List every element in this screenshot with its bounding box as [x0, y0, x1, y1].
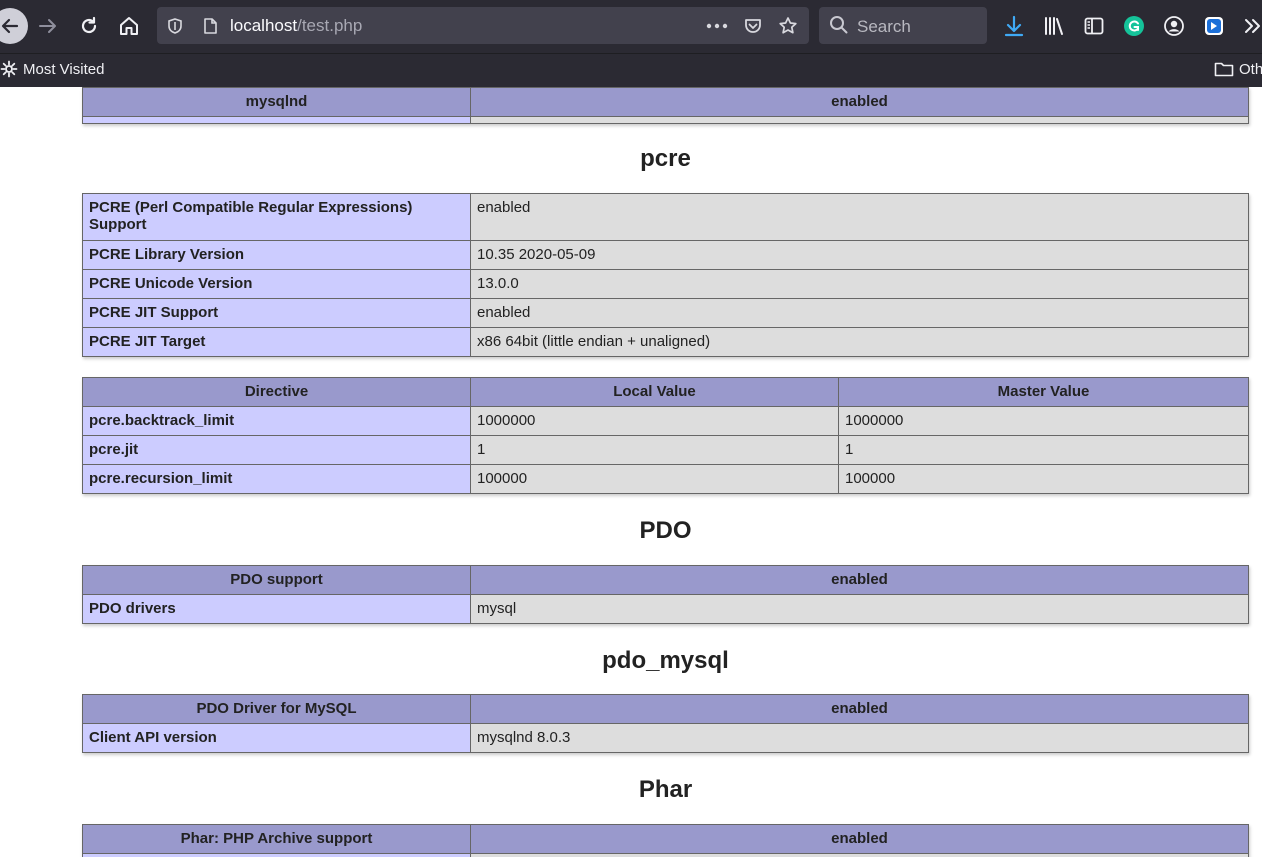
directive-local: 1000000	[470, 406, 839, 436]
sidebar-icon[interactable]	[1081, 13, 1107, 39]
folder-icon	[1214, 62, 1234, 77]
row-value: mysqlnd 8.0.3	[470, 723, 1249, 753]
reload-icon	[81, 16, 97, 34]
header-master-value: Master Value	[838, 377, 1249, 407]
table-row: PCRE JIT Target x86 64bit (little endian…	[82, 327, 1249, 357]
row-label: PDO drivers	[82, 594, 471, 624]
page-viewport[interactable]: mysqlnd enabled pcre PCRE (Perl Compatib…	[0, 87, 1262, 857]
row-value: x86 64bit (little endian + unaligned)	[470, 327, 1249, 357]
pcre-info-table: PCRE (Perl Compatible Regular Expression…	[82, 193, 1249, 357]
directive-master: 1000000	[838, 406, 1249, 436]
library-icon[interactable]	[1041, 13, 1067, 39]
url-text[interactable]: localhost/test.php	[230, 16, 362, 36]
table-header-row: Directive Local Value Master Value	[82, 377, 1249, 407]
table-row: PCRE (Perl Compatible Regular Expression…	[82, 193, 1249, 241]
section-title-pcre: pcre	[640, 145, 691, 172]
extension-icon[interactable]	[1201, 13, 1227, 39]
bookmark-other[interactable]: Oth	[1214, 60, 1262, 78]
directive-local: 100000	[470, 464, 839, 494]
row-value: enabled	[470, 298, 1249, 328]
row-label: PCRE Unicode Version	[82, 269, 471, 299]
directive-name: pcre.jit	[82, 435, 471, 465]
table-header-row: PDO support enabled	[82, 565, 1249, 595]
row-value: 10.35 2020-05-09	[470, 240, 1249, 270]
search-bar[interactable]: Search	[819, 7, 987, 44]
section-title-pdo-mysql: pdo_mysql	[602, 647, 729, 674]
reload-button[interactable]	[72, 9, 106, 43]
search-placeholder: Search	[857, 17, 911, 36]
pdo-table: PDO support enabled PDO drivers mysql	[82, 565, 1249, 624]
section-title-phar: Phar	[638, 776, 693, 803]
header-cell: enabled	[470, 824, 1249, 854]
account-icon[interactable]	[1161, 13, 1187, 39]
bookmark-most-visited[interactable]: Most Visited	[0, 60, 104, 78]
row-label: Client API version	[82, 723, 471, 753]
table-row: Client API version mysqlnd 8.0.3	[82, 723, 1249, 753]
row-value: mysql	[470, 594, 1249, 624]
row-value: enabled	[470, 193, 1249, 241]
arrow-right-icon	[39, 19, 56, 33]
phar-table: Phar: PHP Archive support enabled	[82, 824, 1249, 857]
home-icon	[120, 17, 138, 35]
row-label: PCRE (Perl Compatible Regular Expression…	[82, 193, 471, 241]
home-button[interactable]	[112, 9, 146, 43]
row-value: 13.0.0	[470, 269, 1249, 299]
table-row: pcre.jit 1 1	[82, 435, 1249, 465]
shield-icon[interactable]	[164, 15, 186, 37]
table-row: PCRE Library Version 10.35 2020-05-09	[82, 240, 1249, 270]
table-row	[82, 116, 1249, 124]
table-row: pcre.backtrack_limit 1000000 1000000	[82, 406, 1249, 436]
bookmark-star-icon[interactable]	[777, 15, 799, 37]
row-label: PCRE Library Version	[82, 240, 471, 270]
page-actions-icon[interactable]	[706, 15, 728, 37]
row-label: PCRE JIT Target	[82, 327, 471, 357]
header-directive: Directive	[82, 377, 471, 407]
directive-master: 1	[838, 435, 1249, 465]
directive-name: pcre.recursion_limit	[82, 464, 471, 494]
header-cell: enabled	[470, 694, 1249, 724]
address-bar[interactable]: localhost/test.php	[157, 7, 809, 44]
header-cell: PDO support	[82, 565, 471, 595]
table-header-row: Phar: PHP Archive support enabled	[82, 824, 1249, 854]
table-row: PDO drivers mysql	[82, 594, 1249, 624]
row-label: PCRE JIT Support	[82, 298, 471, 328]
header-cell: Phar: PHP Archive support	[82, 824, 471, 854]
bookmark-label: Oth	[1239, 60, 1262, 78]
gear-icon	[0, 60, 18, 78]
header-cell: enabled	[470, 565, 1249, 595]
pcre-directives-table: Directive Local Value Master Value pcre.…	[82, 377, 1249, 494]
browser-chrome: localhost/test.php Search Most Visited O…	[0, 0, 1262, 87]
table-header-row: mysqlnd enabled	[82, 87, 1249, 117]
header-cell: PDO Driver for MySQL	[82, 694, 471, 724]
pdo-mysql-table: PDO Driver for MySQL enabled Client API …	[82, 694, 1249, 753]
header-cell: enabled	[470, 87, 1249, 117]
table-header-row: PDO Driver for MySQL enabled	[82, 694, 1249, 724]
table-row: PCRE JIT Support enabled	[82, 298, 1249, 328]
overflow-chevron-icon[interactable]	[1239, 13, 1262, 39]
directive-name: pcre.backtrack_limit	[82, 406, 471, 436]
navigation-toolbar: localhost/test.php Search	[0, 0, 1262, 53]
back-button[interactable]	[0, 8, 28, 44]
bookmarks-toolbar: Most Visited Oth	[0, 53, 1262, 87]
grammarly-icon[interactable]	[1121, 13, 1147, 39]
page-icon[interactable]	[199, 15, 221, 37]
directive-master: 100000	[838, 464, 1249, 494]
table-row: pcre.recursion_limit 100000 100000	[82, 464, 1249, 494]
bookmark-label: Most Visited	[23, 60, 105, 78]
pocket-icon[interactable]	[742, 15, 764, 37]
url-path: /test.php	[297, 16, 363, 35]
header-cell: mysqlnd	[82, 87, 471, 117]
header-local-value: Local Value	[470, 377, 839, 407]
section-title-pdo: PDO	[639, 517, 692, 544]
forward-button[interactable]	[31, 9, 65, 43]
table-row: PCRE Unicode Version 13.0.0	[82, 269, 1249, 299]
mysqlnd-table: mysqlnd enabled	[82, 87, 1249, 124]
arrow-left-icon	[1, 18, 19, 34]
directive-local: 1	[470, 435, 839, 465]
url-host: localhost	[230, 16, 298, 35]
table-row	[82, 853, 1249, 857]
search-icon	[829, 15, 849, 40]
downloads-icon[interactable]	[1001, 13, 1027, 39]
